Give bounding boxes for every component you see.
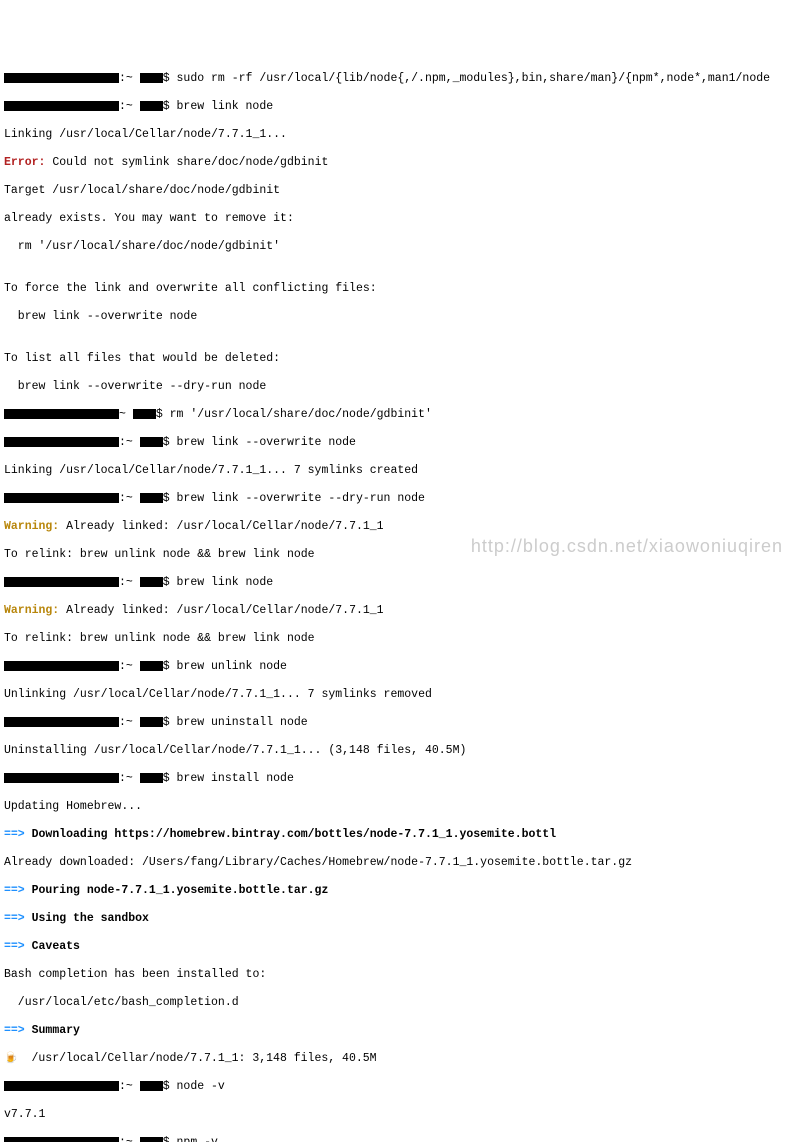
redacted-user [4,493,119,503]
cmd-line: :~ $ brew link node [4,100,793,114]
redacted-host [140,1081,163,1091]
cmd-line: :~ $ brew link node [4,576,793,590]
output-text: brew link --overwrite --dry-run node [4,380,793,394]
cmd-line: :~ $ brew uninstall node [4,716,793,730]
redacted-host [140,577,163,587]
output-text: Bash completion has been installed to: [4,968,793,982]
cmd-line: :~ $ brew link --overwrite node [4,436,793,450]
redacted-user [4,1081,119,1091]
redacted-user [4,1137,119,1142]
warning-line: Warning: Already linked: /usr/local/Cell… [4,520,793,534]
cmd-line: :~ $ npm -v [4,1136,793,1142]
redacted-host [133,409,156,419]
watermark-text: http://blog.csdn.net/xiaowoniuqiren [471,539,783,553]
redacted-host [140,437,163,447]
cmd-line: :~ $ brew unlink node [4,660,793,674]
redacted-host [140,661,163,671]
output-text: v7.7.1 [4,1108,793,1122]
arrow-icon: ==> [4,912,32,925]
brew-step: ==> Caveats [4,940,793,954]
output-text: /usr/local/etc/bash_completion.d [4,996,793,1010]
redacted-user [4,73,119,83]
cmd-line: :~ $ node -v [4,1080,793,1094]
error-line: Error: Could not symlink share/doc/node/… [4,156,793,170]
warning-line: Warning: Already linked: /usr/local/Cell… [4,604,793,618]
cmd-line: :~ $ sudo rm -rf /usr/local/{lib/node{,/… [4,72,793,86]
terminal-output[interactable]: :~ $ sudo rm -rf /usr/local/{lib/node{,/… [4,58,793,1142]
cmd-line: ~ $ rm '/usr/local/share/doc/node/gdbini… [4,408,793,422]
redacted-host [140,493,163,503]
arrow-icon: ==> [4,1024,32,1037]
redacted-user [4,409,119,419]
output-text: Uninstalling /usr/local/Cellar/node/7.7.… [4,744,793,758]
redacted-host [140,1137,163,1142]
output-text: rm '/usr/local/share/doc/node/gdbinit' [4,240,793,254]
brew-step: ==> Pouring node-7.7.1_1.yosemite.bottle… [4,884,793,898]
redacted-user [4,717,119,727]
redacted-host [140,101,163,111]
output-text: To relink: brew unlink node && brew link… [4,632,793,646]
redacted-user [4,101,119,111]
output-text: brew link --overwrite node [4,310,793,324]
arrow-icon: ==> [4,884,32,897]
arrow-icon: ==> [4,828,32,841]
redacted-user [4,661,119,671]
cmd-line: :~ $ brew link --overwrite --dry-run nod… [4,492,793,506]
beer-icon: 🍺 [4,1053,18,1065]
output-text: Unlinking /usr/local/Cellar/node/7.7.1_1… [4,688,793,702]
summary-line: 🍺 /usr/local/Cellar/node/7.7.1_1: 3,148 … [4,1052,793,1066]
brew-step: ==> Downloading https://homebrew.bintray… [4,828,793,842]
output-text: already exists. You may want to remove i… [4,212,793,226]
output-text: Linking /usr/local/Cellar/node/7.7.1_1..… [4,128,793,142]
output-text: To force the link and overwrite all conf… [4,282,793,296]
redacted-host [140,73,163,83]
redacted-user [4,577,119,587]
output-text: Updating Homebrew... [4,800,793,814]
error-label: Error: [4,156,45,169]
redacted-host [140,773,163,783]
brew-step: ==> Summary [4,1024,793,1038]
redacted-host [140,717,163,727]
cmd-line: :~ $ brew install node [4,772,793,786]
output-text: Linking /usr/local/Cellar/node/7.7.1_1..… [4,464,793,478]
redacted-user [4,437,119,447]
output-text: To list all files that would be deleted: [4,352,793,366]
redacted-user [4,773,119,783]
warning-label: Warning: [4,520,59,533]
arrow-icon: ==> [4,940,32,953]
output-text: Target /usr/local/share/doc/node/gdbinit [4,184,793,198]
warning-label: Warning: [4,604,59,617]
output-text: Already downloaded: /Users/fang/Library/… [4,856,793,870]
brew-step: ==> Using the sandbox [4,912,793,926]
